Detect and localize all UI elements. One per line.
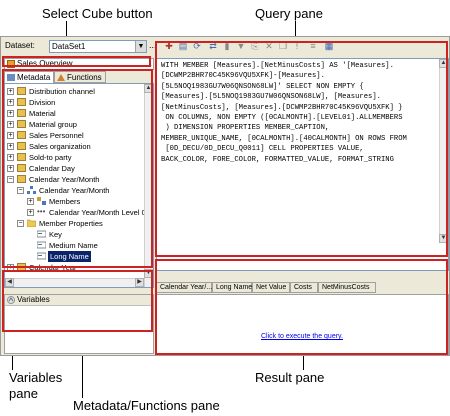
callout-query-pane: Query pane bbox=[255, 6, 323, 21]
dataset-label: Dataset: bbox=[5, 41, 35, 50]
highlight-variables-pane bbox=[2, 270, 153, 332]
chevron-down-icon[interactable]: ▼ bbox=[135, 41, 146, 52]
highlight-result-pane bbox=[155, 259, 448, 355]
dataset-value: DataSet1 bbox=[52, 42, 86, 51]
dataset-dropdown[interactable]: DataSet1 ▼ bbox=[49, 40, 147, 53]
callout-select-cube: Select Cube button bbox=[42, 6, 153, 21]
highlight-query-pane bbox=[155, 41, 448, 257]
callout-variables-pane: Variables pane bbox=[9, 370, 63, 401]
callout-metadata-pane: Metadata/Functions pane bbox=[73, 398, 220, 413]
callout-result-pane: Result pane bbox=[255, 370, 325, 385]
highlight-select-cube bbox=[2, 56, 151, 67]
highlight-metadata-pane bbox=[2, 69, 153, 268]
leader-result-pane bbox=[303, 355, 304, 370]
